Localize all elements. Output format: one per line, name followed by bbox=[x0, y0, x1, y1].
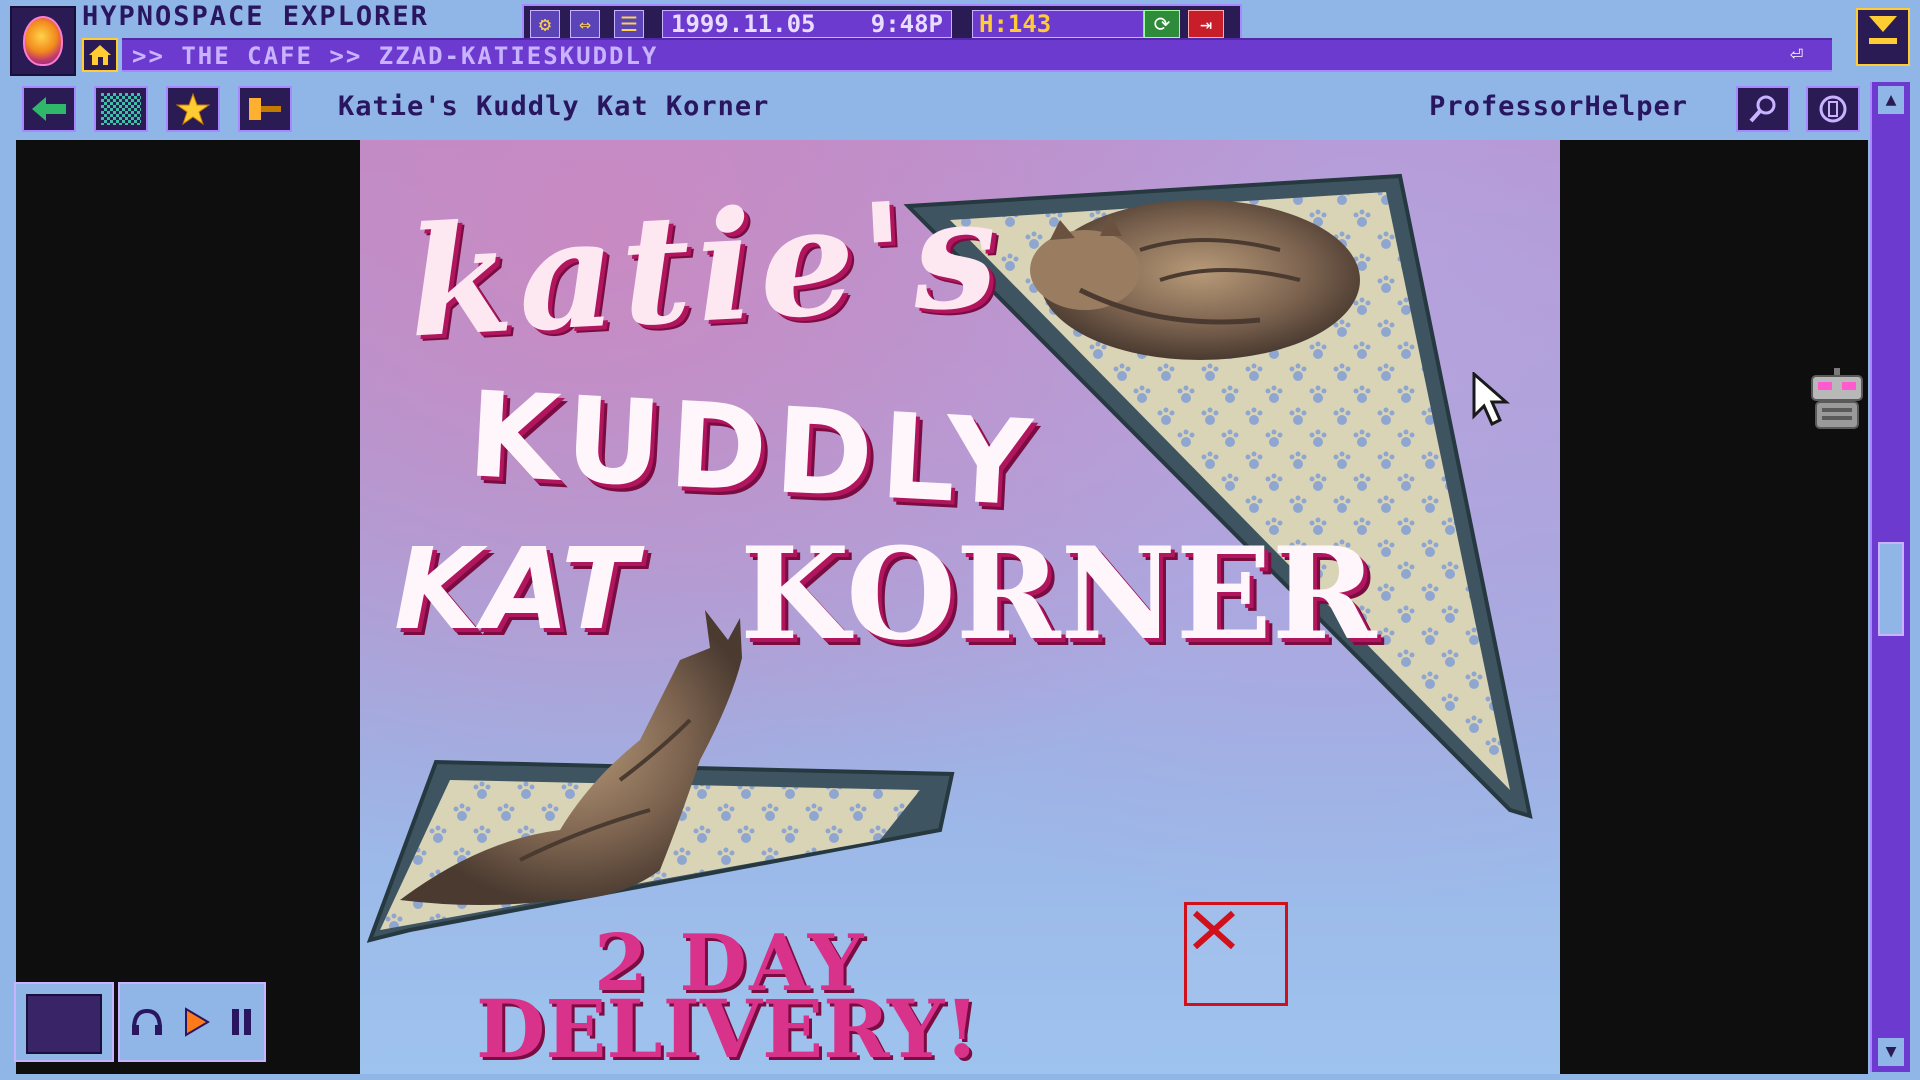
hypnospace-logo[interactable] bbox=[10, 6, 76, 76]
back-button[interactable] bbox=[22, 86, 76, 132]
page-banner: katie's KUDDLY KAT KORNER 2 DAY DELIVERY… bbox=[360, 140, 1560, 1074]
vertical-scrollbar[interactable]: ▲ ▼ bbox=[1870, 82, 1910, 1072]
checker-icon bbox=[101, 93, 141, 125]
title-bar: HYPNOSPACE EXPLORER ⚙ ⇔ ☰ 1999.11.05 9:4… bbox=[0, 0, 1920, 76]
page-title: Katie's Kuddly Kat Korner bbox=[338, 91, 770, 122]
scroll-up-arrow-icon[interactable]: ▲ bbox=[1878, 86, 1904, 114]
hypnocoin-icon bbox=[1819, 95, 1847, 123]
broken-image[interactable] bbox=[1184, 902, 1288, 1006]
coin-button[interactable] bbox=[1806, 86, 1860, 132]
report-button[interactable] bbox=[238, 86, 292, 132]
date-text: 1999.11.05 bbox=[671, 10, 816, 38]
scroll-thumb[interactable] bbox=[1878, 542, 1904, 636]
resize-window-icon[interactable]: ⇔ bbox=[570, 10, 600, 38]
minimize-button[interactable] bbox=[1856, 8, 1910, 66]
home-icon bbox=[89, 45, 111, 65]
arrow-left-icon bbox=[32, 97, 66, 121]
address-bar[interactable]: >> THE CAFE >> ZZAD-KATIESKUDDLY ⏎ bbox=[122, 38, 1832, 72]
exit-button[interactable]: ⇥ bbox=[1188, 10, 1224, 38]
headline-korner: KORNER bbox=[740, 520, 1377, 668]
address-text: >> THE CAFE >> ZZAD-KATIESKUDDLY bbox=[132, 42, 659, 70]
headphones-icon[interactable] bbox=[130, 1007, 164, 1037]
menu-list-icon[interactable]: ☰ bbox=[614, 10, 644, 38]
search-button[interactable] bbox=[1736, 86, 1790, 132]
star-icon bbox=[176, 93, 210, 125]
navigation-bar: Katie's Kuddly Kat Korner ProfessorHelpe… bbox=[14, 82, 1870, 140]
mouse-cursor-icon bbox=[1472, 372, 1510, 427]
user-name: ProfessorHelper bbox=[1429, 91, 1688, 122]
clock-display: 1999.11.05 9:48P bbox=[662, 10, 952, 38]
hypnocoin-counter: H:143 bbox=[972, 10, 1144, 38]
assistant-robot-icon[interactable] bbox=[1808, 368, 1866, 434]
media-window-button[interactable] bbox=[14, 982, 114, 1062]
pause-icon[interactable] bbox=[230, 1007, 254, 1037]
refresh-button[interactable]: ⟳ bbox=[1144, 10, 1180, 38]
enter-icon[interactable]: ⏎ bbox=[1790, 44, 1820, 66]
broken-image-x-icon bbox=[1192, 910, 1236, 950]
favorite-button[interactable] bbox=[166, 86, 220, 132]
time-text: 9:48P bbox=[870, 10, 943, 38]
headline-katies: katie's bbox=[403, 164, 1008, 372]
promo-delivery: DELIVERY! bbox=[476, 982, 980, 1074]
scroll-down-arrow-icon[interactable]: ▼ bbox=[1878, 1038, 1904, 1066]
page-viewport: katie's KUDDLY KAT KORNER 2 DAY DELIVERY… bbox=[16, 140, 1868, 1074]
app-title: HYPNOSPACE EXPLORER bbox=[82, 1, 429, 32]
media-controls bbox=[118, 982, 266, 1062]
headline-kat: KAT bbox=[394, 525, 640, 655]
logo-egg-icon bbox=[23, 16, 63, 66]
settings-gear-icon[interactable]: ⚙ bbox=[530, 10, 560, 38]
play-icon[interactable] bbox=[184, 1007, 210, 1037]
home-button[interactable] bbox=[82, 38, 118, 72]
magnifier-icon bbox=[1749, 95, 1776, 123]
hourglass-icon bbox=[1869, 16, 1897, 44]
wallpaper-button[interactable] bbox=[94, 86, 148, 132]
browser-frame: Katie's Kuddly Kat Korner ProfessorHelpe… bbox=[14, 82, 1870, 1074]
side-panel bbox=[1560, 140, 1868, 1074]
gavel-icon bbox=[249, 98, 281, 120]
media-screen bbox=[26, 994, 102, 1054]
